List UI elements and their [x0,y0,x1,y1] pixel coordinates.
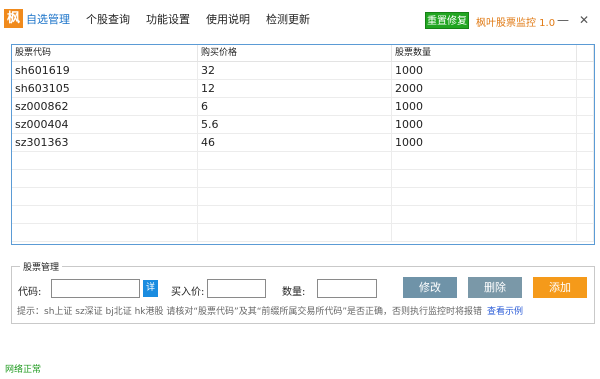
table-row[interactable]: sz301363 46 1000 [12,134,594,152]
cell-spacer [577,62,594,79]
network-status: 网络正常 [5,365,42,375]
minimize-icon[interactable]: — [555,13,571,27]
empty-row [12,206,594,224]
title-bar: 枫 自选管理 个股查询 功能设置 使用说明 检测更新 重置修复 枫叶股票监控 1… [0,0,600,40]
menu-item-help[interactable]: 使用说明 [206,12,250,28]
cell-code: sh603105 [12,80,198,97]
cell-spacer [577,80,594,97]
cell-spacer [577,98,594,115]
buy-price-input[interactable] [207,279,266,298]
detail-button[interactable]: 详 [143,280,158,297]
header-spacer [577,45,594,61]
app-logo-icon: 枫 [4,9,23,28]
menu-item-watchlist[interactable]: 自选管理 [26,12,70,28]
cell-spacer [577,116,594,133]
buy-price-label: 买入价: [171,287,205,298]
app-title: 枫叶股票监控 1.0 [476,18,556,29]
cell-code: sh601619 [12,62,198,79]
quantity-input[interactable] [317,279,377,298]
table-row[interactable]: sh603105 12 2000 [12,80,594,98]
cell-qty: 1000 [392,98,577,115]
view-example-link[interactable]: 查看示例 [487,307,523,317]
cell-price: 46 [198,134,392,151]
cell-qty: 1000 [392,134,577,151]
header-buy-price[interactable]: 购买价格 [198,45,392,61]
code-input[interactable] [51,279,140,298]
hint-text: 提示：sh上证 sz深证 bj北证 hk港股 请核对“股票代码”及其“前缀所属交… [17,304,523,317]
cell-code: sz000404 [12,116,198,133]
cell-spacer [577,134,594,151]
empty-row [12,152,594,170]
group-title: 股票管理 [20,260,63,273]
menu-item-check-update[interactable]: 检测更新 [266,12,310,28]
hint-message: 提示：sh上证 sz深证 bj北证 hk港股 请核对“股票代码”及其“前缀所属交… [17,307,483,317]
cell-price: 5.6 [198,116,392,133]
table-row[interactable]: sz000862 6 1000 [12,98,594,116]
delete-button[interactable]: 删除 [468,277,522,298]
stock-table: 股票代码 购买价格 股票数量 sh601619 32 1000 sh603105… [11,44,595,245]
header-stock-code[interactable]: 股票代码 [12,45,198,61]
add-button[interactable]: 添加 [533,277,587,298]
cell-price: 32 [198,62,392,79]
main-menu: 自选管理 个股查询 功能设置 使用说明 检测更新 [26,12,326,28]
cell-code: sz301363 [12,134,198,151]
cell-qty: 1000 [392,116,577,133]
menu-item-settings[interactable]: 功能设置 [146,12,190,28]
cell-price: 12 [198,80,392,97]
close-icon[interactable]: ✕ [576,13,592,27]
cell-price: 6 [198,98,392,115]
code-label: 代码: [18,287,42,298]
empty-row [12,224,594,242]
modify-button[interactable]: 修改 [403,277,457,298]
table-row[interactable]: sh601619 32 1000 [12,62,594,80]
menu-item-stock-query[interactable]: 个股查询 [86,12,130,28]
cell-qty: 2000 [392,80,577,97]
cell-qty: 1000 [392,62,577,79]
empty-row [12,170,594,188]
stock-management-group: 股票管理 代码: 详 买入价: 数量: 修改 删除 添加 提示：sh上证 sz深… [11,260,595,324]
table-header: 股票代码 购买价格 股票数量 [12,45,594,62]
empty-row [12,188,594,206]
quantity-label: 数量: [282,287,306,298]
table-row[interactable]: sz000404 5.6 1000 [12,116,594,134]
reset-repair-button[interactable]: 重置修复 [425,12,469,29]
cell-code: sz000862 [12,98,198,115]
status-bar: 网络正常 [0,358,600,379]
header-quantity[interactable]: 股票数量 [392,45,577,61]
